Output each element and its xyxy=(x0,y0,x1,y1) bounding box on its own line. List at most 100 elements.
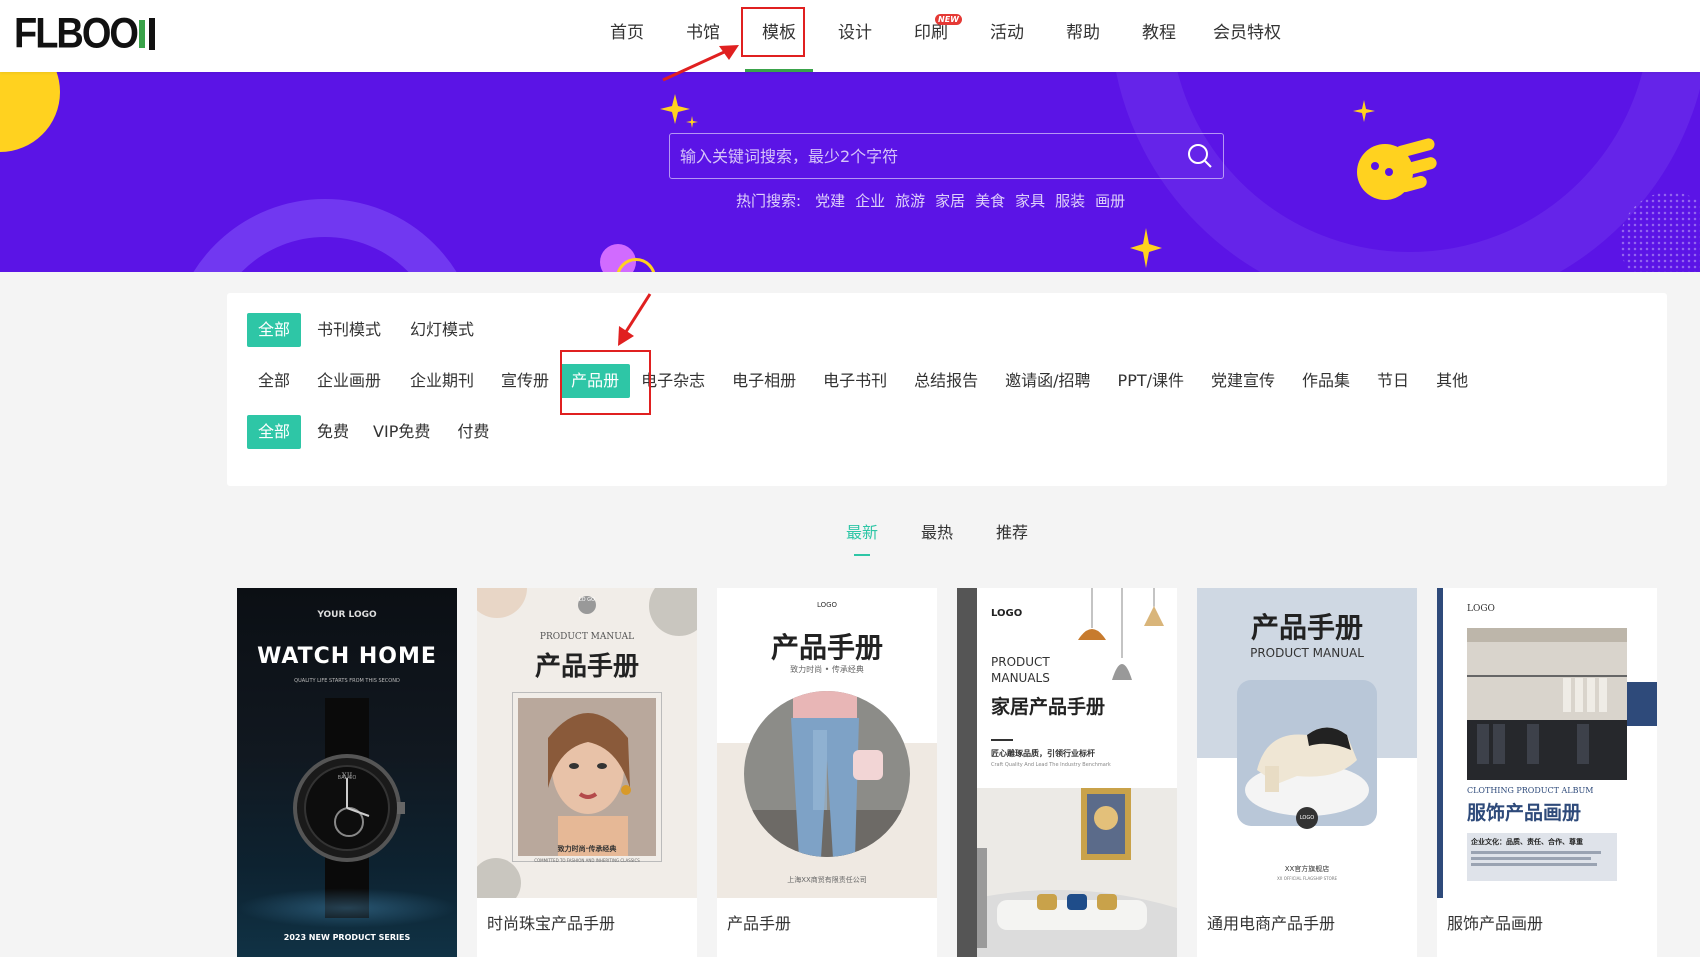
living-room-photo xyxy=(977,788,1177,957)
category-filter[interactable]: 邀请函/招聘 xyxy=(994,364,1101,398)
hot-term[interactable]: 家居 xyxy=(935,190,965,211)
text-lines xyxy=(1471,863,1597,866)
decor-circle xyxy=(477,858,521,898)
template-card[interactable]: LO GO PRODUCT MANUAL 产品手册 致力时尚·传承经典 COMM… xyxy=(477,588,697,957)
nav-templates[interactable]: 模板 xyxy=(741,0,817,72)
sort-tab-hottest[interactable]: 最热 xyxy=(921,520,953,556)
side-stripe xyxy=(957,588,977,957)
category-filter[interactable]: 全部 xyxy=(247,364,301,398)
cover-heading: 产品手册 xyxy=(1250,611,1363,644)
clothing-store-photo xyxy=(1467,628,1627,780)
nav-home[interactable]: 首页 xyxy=(589,0,665,72)
price-filter-free[interactable]: 免费 xyxy=(306,415,360,449)
cover-logo: LOGO xyxy=(816,601,838,609)
category-filter[interactable]: 电子杂志 xyxy=(630,364,716,398)
nav-tutorial[interactable]: 教程 xyxy=(1121,0,1197,72)
price-filter-paid[interactable]: 付费 xyxy=(446,415,500,449)
category-filter-product[interactable]: 产品册 xyxy=(560,364,631,398)
price-filter-all[interactable]: 全部 xyxy=(247,415,302,449)
nav-vip[interactable]: 会员特权 xyxy=(1197,0,1297,72)
flbook-logo[interactable]: FLBOO xyxy=(14,9,159,57)
search-input[interactable] xyxy=(670,134,1223,178)
sort-tab-newest[interactable]: 最新 xyxy=(846,520,878,556)
cover-logo: LOGO xyxy=(1467,604,1495,614)
template-card[interactable]: LOGO 产品手册 致力时尚 • 传承经典 上海XX商贸有限责任公司 产品手册 xyxy=(717,588,937,957)
text-lines xyxy=(1471,857,1591,860)
cover-sub: MANUALS xyxy=(991,671,1050,685)
category-filter[interactable]: PPT/课件 xyxy=(1107,364,1195,398)
template-cover: YOUR LOGO WATCH HOME QUALITY LIFE STARTS… xyxy=(237,588,457,957)
cover-heading: 家居产品手册 xyxy=(991,696,1106,718)
category-filter[interactable]: 党建宣传 xyxy=(1200,364,1286,398)
category-filter[interactable]: 电子相册 xyxy=(721,364,807,398)
sort-tab-recommended[interactable]: 推荐 xyxy=(996,520,1028,556)
cover-heading: 服饰产品画册 xyxy=(1467,802,1582,824)
search-icon[interactable] xyxy=(1187,143,1213,169)
price-filter-row: 全部 免费 VIP免费 付费 xyxy=(247,415,505,449)
jeans-photo xyxy=(744,691,910,857)
nav-events[interactable]: 活动 xyxy=(969,0,1045,72)
mode-filter-book[interactable]: 书刊模式 xyxy=(306,313,392,347)
info-box: 企业文化：品质、责任、合作、尊重 xyxy=(1467,833,1617,881)
hot-term[interactable]: 旅游 xyxy=(895,190,925,211)
sparkle-icon xyxy=(1130,228,1162,268)
hot-term[interactable]: 企业 xyxy=(855,190,885,211)
cover-tagline: 企业文化：品质、责任、合作、尊重 xyxy=(1471,838,1583,846)
meteor-icon xyxy=(1357,138,1437,200)
template-title: 时尚珠宝产品手册 xyxy=(487,914,616,933)
text-lines xyxy=(1471,851,1601,854)
hot-term[interactable]: 美食 xyxy=(975,190,1005,211)
category-filter[interactable]: 总结报告 xyxy=(903,364,989,398)
annotation-arrow-icon xyxy=(618,293,652,346)
hero-banner: 热门搜索: 党建 企业 旅游 家居 美食 家具 服装 画册 xyxy=(0,72,1700,272)
category-filter[interactable]: 企业期刊 xyxy=(399,364,485,398)
category-filter[interactable]: 其他 xyxy=(1425,364,1479,398)
nav-print[interactable]: 印刷 NEW xyxy=(893,0,969,72)
cover-tagline: 致力时尚 • 传承经典 xyxy=(790,665,864,674)
template-cover: LOGO PRODUCT MANUALS 家居产品手册 匠心雕琢品质，引领行业标… xyxy=(957,588,1177,957)
cover-footer: XX官方旗舰店 xyxy=(1284,865,1330,873)
category-filter[interactable]: 节日 xyxy=(1366,364,1420,398)
cover-footer-en: XX OFFICIAL FLAGSHIP STORE xyxy=(1276,876,1338,881)
category-filter[interactable]: 宣传册 xyxy=(490,364,560,398)
cover-sub: PRODUCT MANUAL xyxy=(539,632,635,642)
nav-design[interactable]: 设计 xyxy=(817,0,893,72)
watch-image: XII xyxy=(293,698,405,918)
cover-tagline-en: Craft Quality And Lead The Industry Benc… xyxy=(991,762,1111,768)
template-title: 通用电商产品手册 xyxy=(1207,914,1336,933)
mode-filter-row: 全部 书刊模式 幻灯模式 xyxy=(247,313,490,347)
hot-term[interactable]: 画册 xyxy=(1095,190,1125,211)
nav-help[interactable]: 帮助 xyxy=(1045,0,1121,72)
template-cover: LOGO 产品手册 致力时尚 • 传承经典 上海XX商贸有限责任公司 xyxy=(717,588,937,898)
cover-heading: 产品手册 xyxy=(770,631,883,664)
template-card[interactable]: LOGO PRODUCT MANUALS 家居产品手册 匠心雕琢品质，引领行业标… xyxy=(957,588,1177,957)
category-filter[interactable]: 企业画册 xyxy=(306,364,392,398)
hot-term[interactable]: 服装 xyxy=(1055,190,1085,211)
price-filter-vip[interactable]: VIP免费 xyxy=(362,415,441,449)
template-card[interactable]: YOUR LOGO WATCH HOME QUALITY LIFE STARTS… xyxy=(237,588,457,957)
mode-filter-slide[interactable]: 幻灯模式 xyxy=(399,313,485,347)
decor-ring xyxy=(170,199,480,272)
cover-footer: COMMITTED TO FASHION AND INHERITING CLAS… xyxy=(534,858,640,863)
decor-circle xyxy=(649,588,697,636)
cover-footer: 上海XX商贸有限责任公司 xyxy=(787,876,867,884)
portrait-frame xyxy=(512,692,662,862)
decor-circle xyxy=(0,72,60,152)
hot-term[interactable]: 家具 xyxy=(1015,190,1045,211)
category-filter[interactable]: 作品集 xyxy=(1291,364,1361,398)
template-cover: LOGO CLOTHING PRODUCT ALBUM 服饰产品画册 企业文化：… xyxy=(1437,588,1657,898)
template-cover: 产品手册 PRODUCT MANUAL LOGO XX官方旗舰店 XX OFFI… xyxy=(1197,588,1417,898)
template-card[interactable]: LOGO CLOTHING PRODUCT ALBUM 服饰产品画册 企业文化：… xyxy=(1437,588,1657,957)
cover-footer: 2023 NEW PRODUCT SERIES xyxy=(283,933,411,942)
sparkle-icon xyxy=(1353,100,1375,122)
template-card[interactable]: 产品手册 PRODUCT MANUAL LOGO XX官方旗舰店 XX OFFI… xyxy=(1197,588,1417,957)
logo-text: FLBOO xyxy=(14,9,139,57)
category-filter-row: 全部 企业画册 企业期刊 宣传册 产品册 电子杂志 电子相册 电子书刊 总结报告… xyxy=(247,364,1484,398)
cover-sub: PRODUCT xyxy=(991,655,1050,669)
mode-filter-all[interactable]: 全部 xyxy=(247,313,302,347)
category-filter[interactable]: 电子书刊 xyxy=(812,364,898,398)
logo-mark-icon xyxy=(138,18,159,50)
hot-term[interactable]: 党建 xyxy=(815,190,845,211)
cover-dial-text: BAL CO xyxy=(337,775,357,781)
top-header: FLBOO 首页 书馆 模板 设计 印刷 NEW 活动 帮助 教程 会员特权 xyxy=(0,0,1700,72)
